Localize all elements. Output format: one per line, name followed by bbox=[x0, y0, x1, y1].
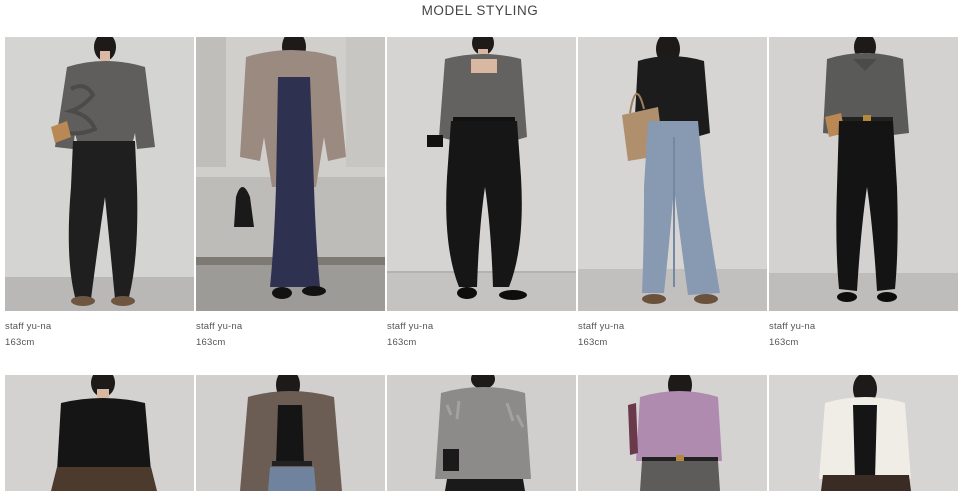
styling-photo-figure bbox=[769, 375, 958, 491]
staff-name: staff yu-na bbox=[387, 321, 434, 332]
styling-photo-figure bbox=[578, 37, 767, 311]
styling-photo-figure bbox=[5, 37, 194, 311]
styling-card[interactable] bbox=[5, 375, 194, 491]
styling-card[interactable]: staff yu-na 163cm bbox=[578, 37, 767, 350]
styling-photo[interactable] bbox=[769, 37, 958, 311]
styling-card[interactable] bbox=[769, 375, 958, 491]
styling-photo-figure bbox=[5, 375, 194, 491]
styling-photo[interactable] bbox=[769, 375, 958, 491]
styling-photo-figure bbox=[196, 375, 385, 491]
styling-photo-figure bbox=[387, 375, 576, 491]
styling-row-1: staff yu-na 163cm staff yu-na 163cm staf… bbox=[5, 37, 958, 350]
styling-photo-figure bbox=[387, 37, 576, 311]
styling-card[interactable]: staff yu-na 163cm bbox=[387, 37, 576, 350]
staff-name: staff yu-na bbox=[5, 321, 52, 332]
styling-photo[interactable] bbox=[5, 37, 194, 311]
staff-height: 163cm bbox=[578, 336, 608, 348]
styling-photo[interactable] bbox=[196, 37, 385, 311]
styling-photo[interactable] bbox=[196, 375, 385, 491]
styling-photo[interactable] bbox=[387, 37, 576, 311]
staff-name: staff yu-na bbox=[769, 321, 816, 332]
styling-photo[interactable] bbox=[578, 37, 767, 311]
styling-photo[interactable] bbox=[5, 375, 194, 491]
styling-card[interactable]: staff yu-na 163cm bbox=[196, 37, 385, 350]
staff-height: 163cm bbox=[769, 336, 799, 348]
styling-photo[interactable] bbox=[387, 375, 576, 491]
styling-photo-figure bbox=[578, 375, 767, 491]
styling-photo[interactable] bbox=[578, 375, 767, 491]
styling-photo-figure bbox=[769, 37, 958, 311]
page-title: MODEL STYLING bbox=[421, 3, 539, 18]
styling-card[interactable]: staff yu-na 163cm bbox=[769, 37, 958, 350]
staff-name: staff yu-na bbox=[196, 321, 243, 332]
styling-card[interactable] bbox=[578, 375, 767, 491]
styling-card[interactable]: staff yu-na 163cm bbox=[5, 37, 194, 350]
staff-height: 163cm bbox=[196, 336, 226, 348]
styling-card[interactable] bbox=[387, 375, 576, 491]
styling-photo-figure bbox=[196, 37, 385, 311]
styling-row-2 bbox=[5, 375, 958, 491]
staff-name: staff yu-na bbox=[578, 321, 625, 332]
staff-height: 163cm bbox=[5, 336, 35, 348]
staff-height: 163cm bbox=[387, 336, 417, 348]
styling-card[interactable] bbox=[196, 375, 385, 491]
